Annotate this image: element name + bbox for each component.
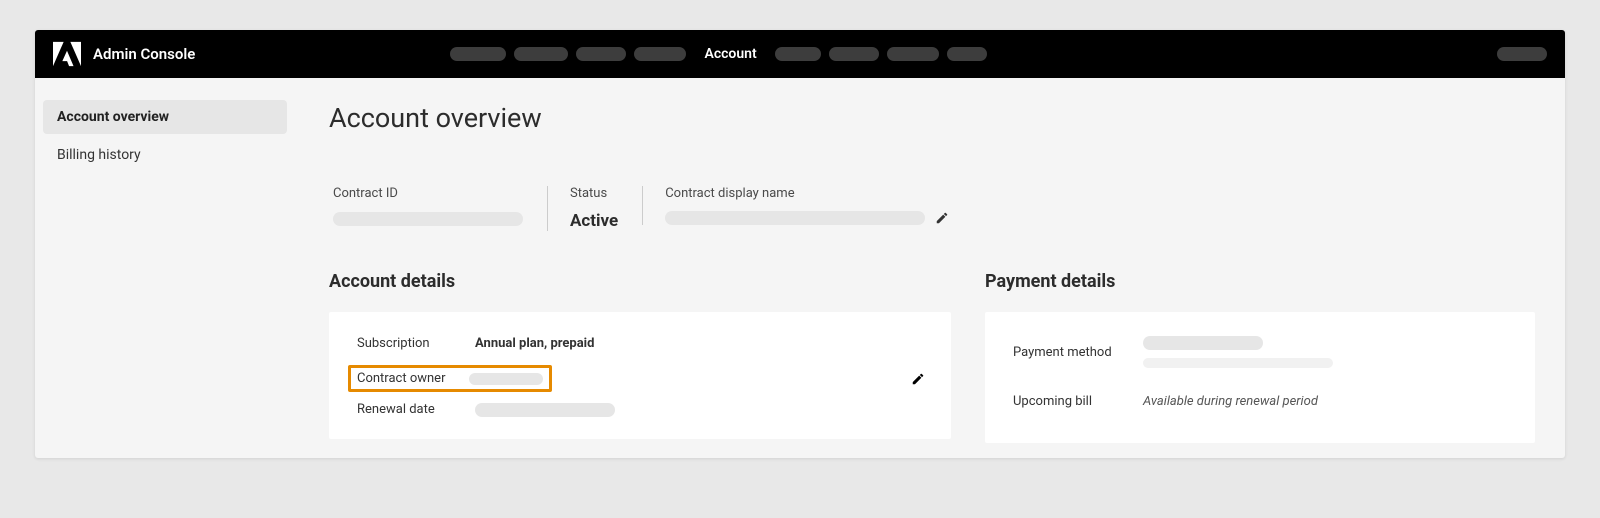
contract-id-label: Contract ID [333, 186, 523, 201]
adobe-logo-icon [53, 40, 81, 68]
main-content: Account overview Contract ID Status Acti… [295, 78, 1565, 458]
nav-item-placeholder[interactable] [576, 47, 626, 61]
upcoming-bill-label: Upcoming bill [1013, 394, 1143, 409]
status-value: Active [570, 211, 618, 231]
payment-method-row: Payment method [1013, 336, 1507, 368]
sidebar-item-account-overview[interactable]: Account overview [43, 100, 287, 134]
status-label: Status [570, 186, 618, 201]
contract-owner-value-placeholder [469, 373, 543, 385]
nav-item-account[interactable]: Account [694, 46, 766, 62]
payment-details-panel: Payment details Payment method Upcoming … [985, 271, 1535, 443]
upcoming-bill-value: Available during renewal period [1143, 394, 1318, 409]
app-window: Admin Console Account Account overview B… [35, 30, 1565, 458]
edit-icon[interactable] [911, 372, 925, 386]
sidebar-item-label: Billing history [57, 147, 141, 163]
page-title: Account overview [329, 102, 1535, 134]
status-block: Status Active [547, 186, 642, 231]
sidebar: Account overview Billing history [35, 78, 295, 458]
sidebar-item-billing-history[interactable]: Billing history [43, 138, 287, 172]
sidebar-item-label: Account overview [57, 109, 169, 125]
subscription-row: Subscription Annual plan, prepaid [357, 336, 923, 351]
nav-item-placeholder[interactable] [775, 47, 821, 61]
contract-owner-label: Contract owner [357, 371, 469, 386]
nav-item-placeholder[interactable] [450, 47, 506, 61]
display-name-value-placeholder [665, 211, 925, 225]
display-name-block: Contract display name [642, 186, 973, 225]
nav-item-placeholder[interactable] [829, 47, 879, 61]
contract-id-value-placeholder [333, 212, 523, 226]
nav-item-placeholder[interactable] [514, 47, 568, 61]
payment-details-title: Payment details [985, 271, 1535, 292]
renewal-date-label: Renewal date [357, 402, 475, 417]
contract-id-block: Contract ID [333, 186, 547, 230]
header-bar: Admin Console Account [35, 30, 1565, 78]
nav-item-placeholder[interactable] [634, 47, 686, 61]
subscription-label: Subscription [357, 336, 475, 351]
upcoming-bill-row: Upcoming bill Available during renewal p… [1013, 394, 1507, 409]
panels-row: Account details Subscription Annual plan… [329, 271, 1535, 443]
payment-method-value-placeholder [1143, 336, 1263, 350]
contract-info-row: Contract ID Status Active Contract displ… [333, 186, 1535, 231]
account-details-title: Account details [329, 271, 951, 292]
contract-owner-highlight: Contract owner [348, 365, 552, 392]
header-right-placeholder[interactable] [1497, 47, 1547, 61]
edit-icon[interactable] [935, 211, 949, 225]
top-nav: Account [450, 46, 986, 62]
payment-details-card: Payment method Upcoming bill Available d… [985, 312, 1535, 443]
nav-item-placeholder[interactable] [887, 47, 939, 61]
renewal-date-row: Renewal date [357, 402, 923, 417]
nav-item-placeholder[interactable] [947, 47, 987, 61]
account-details-card: Subscription Annual plan, prepaid Contra… [329, 312, 951, 439]
display-name-label: Contract display name [665, 186, 949, 201]
body-layout: Account overview Billing history Account… [35, 78, 1565, 458]
renewal-date-value-placeholder [475, 403, 615, 417]
app-title: Admin Console [93, 45, 195, 63]
payment-method-label: Payment method [1013, 345, 1143, 360]
contract-owner-row: Contract owner [357, 365, 923, 392]
subscription-value: Annual plan, prepaid [475, 336, 594, 351]
account-details-panel: Account details Subscription Annual plan… [329, 271, 951, 443]
payment-method-sub-placeholder [1143, 358, 1333, 368]
